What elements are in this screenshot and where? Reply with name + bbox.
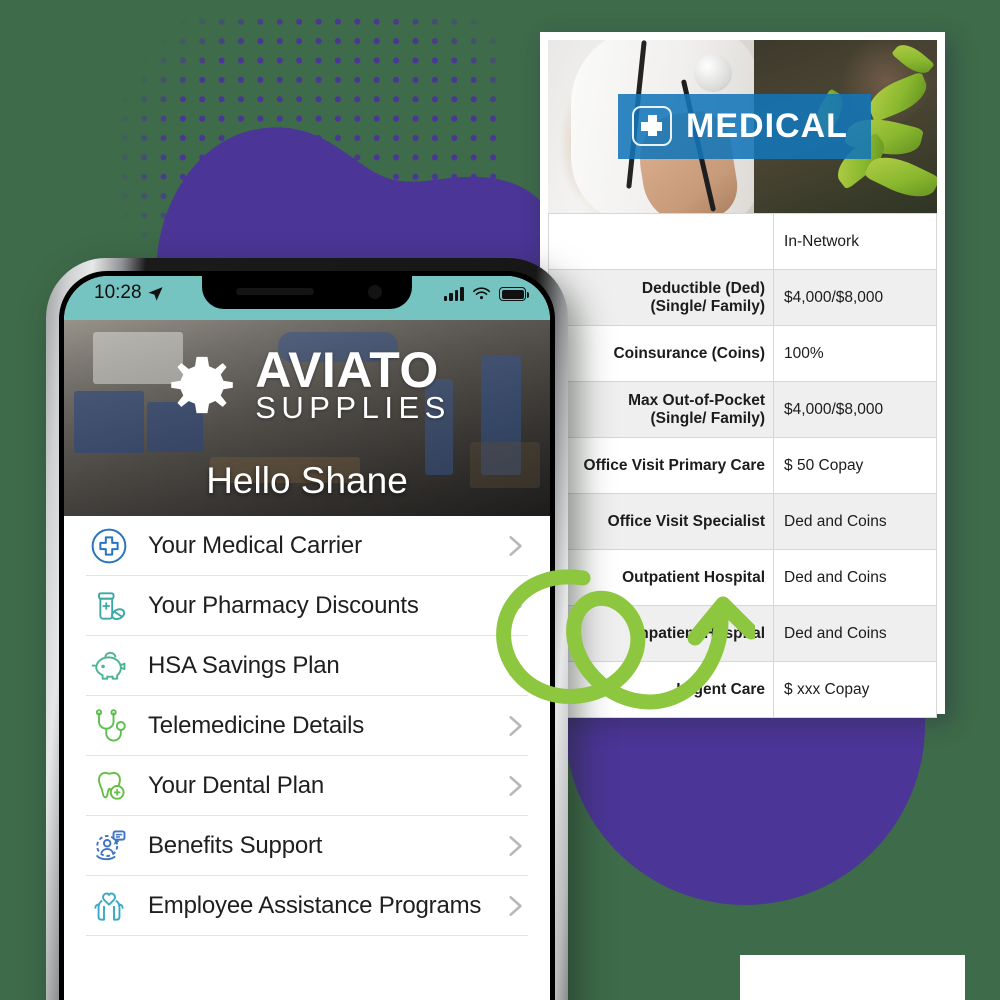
greeting-text: Hello Shane [206,460,408,501]
doctor-stethoscope-photo: MEDICAL [548,40,937,213]
table-row-label: Inpatient Hospital [547,605,775,662]
battery-icon [499,287,530,301]
stethoscope-icon [86,703,132,749]
table-header-blank [547,213,775,270]
table-header-row: In-Network [547,213,937,270]
table-row-label: Office Visit Specialist [547,493,775,550]
chevron-right-icon[interactable] [502,593,528,619]
table-row: Coinsurance (Coins) 100% [547,325,937,382]
table-row-label: Urgent Care [547,661,775,718]
benefits-menu-list: Your Medical Carrier Your Pharmacy Discou… [64,516,550,936]
table-row: Office Visit Specialist Ded and Coins [547,493,937,550]
medical-banner-title: MEDICAL [686,106,848,145]
piggy-bank-icon [86,643,132,689]
chevron-right-icon[interactable] [502,653,528,679]
composition-stage: MEDICAL In-Network Deductible (Ded) (Singl… [0,0,1000,1000]
table-row-label: Max Out-of-Pocket (Single/ Family) [547,381,775,438]
medical-cross-box-icon [632,106,673,147]
phone-notch [202,276,412,309]
menu-item-label: Your Medical Carrier [148,531,362,559]
table-row-value: $4,000/$8,000 [773,381,937,438]
medical-banner: MEDICAL [618,93,871,160]
menu-item-your-medical-carrier[interactable]: Your Medical Carrier [86,516,528,576]
table-row-value: 100% [773,325,937,382]
wifi-icon [472,287,491,300]
hands-heart-icon [86,883,132,929]
table-row-value: $ xxx Copay [773,661,937,718]
menu-item-telemedicine-details[interactable]: Telemedicine Details [86,696,528,756]
table-row-label: Coinsurance (Coins) [547,325,775,382]
medical-plan-document: MEDICAL In-Network Deductible (Ded) (Singl… [540,32,945,718]
brand-lockup: AVIATO SUPPLIES [64,346,550,424]
table-row-value: Ded and Coins [773,493,937,550]
menu-item-benefits-support[interactable]: Benefits Support [86,816,528,876]
table-row: Max Out-of-Pocket (Single/ Family) $4,000/… [547,381,937,438]
tooth-shield-icon [86,763,132,809]
menu-item-your-dental-plan[interactable]: Your Dental Plan [86,756,528,816]
table-row-value: $4,000/$8,000 [773,269,937,326]
medical-cross-circle-icon [86,523,132,569]
menu-item-your-pharmacy-discounts[interactable]: Your Pharmacy Discounts [86,576,528,636]
app-hero-header: AVIATO SUPPLIES Hello Shane [64,320,550,516]
pill-bottle-icon [86,583,132,629]
table-row-value: Ded and Coins [773,605,937,662]
plan-details-table: In-Network Deductible (Ded) (Single/ Famil… [547,213,937,718]
table-row: Deductible (Ded) (Single/ Family) $4,000/$… [547,269,937,326]
white-block-decoration [740,955,965,1000]
menu-item-label: HSA Savings Plan [148,651,340,679]
menu-item-hsa-savings-plan[interactable]: HSA Savings Plan [86,636,528,696]
chevron-right-icon[interactable] [502,533,528,559]
chevron-right-icon[interactable] [502,893,528,919]
table-row-value: Ded and Coins [773,549,937,606]
table-row-label: Deductible (Ded) (Single/ Family) [547,269,775,326]
status-time: 10:28 [94,282,142,303]
chevron-right-icon[interactable] [502,713,528,739]
support-agent-icon [86,823,132,869]
brand-subtitle: SUPPLIES [255,389,451,425]
table-row-label: Office Visit Primary Care [547,437,775,494]
table-row: Urgent Care $ xxx Copay [547,661,937,718]
menu-item-label: Your Pharmacy Discounts [148,591,419,619]
smartphone-mockup: 10:28 AVIATO SUPPLIES Hello Shane Your M… [46,258,568,1000]
table-row: Inpatient Hospital Ded and Coins [547,605,937,662]
status-bar: 10:28 [64,276,550,320]
cellular-bars-icon [443,287,464,301]
table-row: Office Visit Primary Care $ 50 Copay [547,437,937,494]
table-header-in-network: In-Network [773,213,937,270]
phone-screen: 10:28 AVIATO SUPPLIES Hello Shane Your M… [64,276,550,1000]
table-row-label: Outpatient Hospital [547,549,775,606]
location-arrow-icon [147,286,163,301]
chevron-right-icon[interactable] [502,833,528,859]
menu-item-label: Telemedicine Details [148,711,365,739]
menu-item-label: Your Dental Plan [148,771,325,799]
table-row-value: $ 50 Copay [773,437,937,494]
menu-item-employee-assistance-programs[interactable]: Employee Assistance Programs [86,876,528,936]
table-row: Outpatient Hospital Ded and Coins [547,549,937,606]
gear-icon [171,356,233,414]
menu-item-label: Employee Assistance Programs [148,891,482,919]
menu-item-label: Benefits Support [148,831,323,859]
chevron-right-icon[interactable] [502,773,528,799]
brand-title: AVIATO [255,342,439,399]
